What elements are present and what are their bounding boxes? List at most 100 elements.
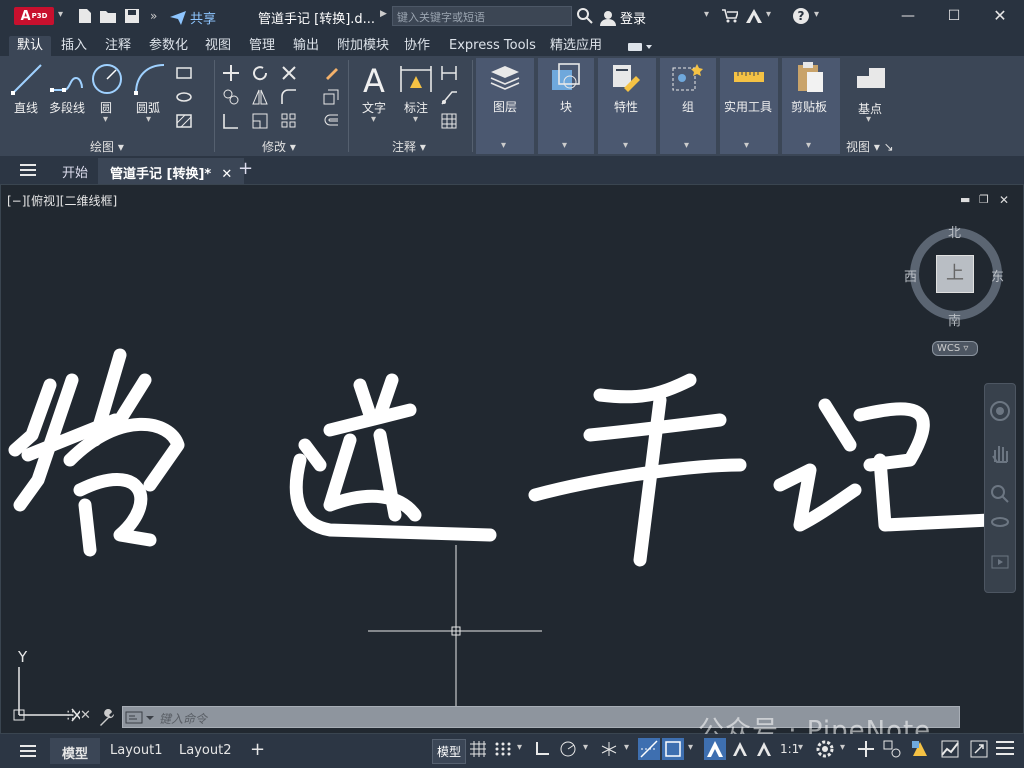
minimize-button[interactable]: — bbox=[898, 6, 918, 26]
erase-tool-icon[interactable] bbox=[322, 64, 340, 82]
tab-insert[interactable]: 插入 bbox=[61, 36, 87, 56]
tab-collaborate[interactable]: 协作 bbox=[404, 36, 430, 56]
ellipse-tool-icon[interactable] bbox=[175, 90, 193, 104]
draw-panel-title[interactable]: 绘图 ▾ bbox=[90, 138, 124, 155]
close-button[interactable]: ✕ bbox=[990, 6, 1010, 26]
app-menu-button[interactable]: A P3D bbox=[14, 7, 54, 25]
app-menu-chevron-icon[interactable]: ▾ bbox=[58, 9, 63, 20]
steeringwheel-icon[interactable] bbox=[989, 400, 1011, 422]
dimension-tool-icon[interactable] bbox=[398, 62, 434, 96]
leader-icon[interactable] bbox=[440, 88, 458, 106]
fillet-tool-icon[interactable] bbox=[280, 88, 298, 106]
tab-manage[interactable]: 管理 bbox=[249, 36, 275, 56]
hatch-tool-icon[interactable] bbox=[175, 113, 193, 129]
line-tool-label[interactable]: 直线 bbox=[14, 99, 38, 116]
rectangle-tool-icon[interactable] bbox=[175, 66, 193, 80]
linear-dim-icon[interactable] bbox=[440, 64, 458, 82]
zoom-extents-icon[interactable] bbox=[990, 484, 1010, 504]
ribbon-display-toggle-icon[interactable] bbox=[628, 42, 654, 52]
tab-default[interactable]: 默认 bbox=[9, 36, 52, 56]
tab-layout1[interactable]: Layout1 bbox=[110, 743, 162, 758]
layers-chevron-icon[interactable]: ▾ bbox=[501, 140, 506, 151]
help-chevron-icon[interactable]: ▾ bbox=[814, 9, 819, 20]
polar-tracking-icon[interactable] bbox=[558, 740, 578, 758]
arc-tool-icon[interactable] bbox=[133, 62, 167, 96]
viewport-restore-icon[interactable]: ❐ bbox=[979, 193, 989, 206]
viewcube-top-face[interactable]: 上 bbox=[936, 255, 974, 293]
workspace-chevron-icon[interactable]: ▾ bbox=[840, 742, 845, 753]
polar-chevron-icon[interactable]: ▾ bbox=[583, 742, 588, 753]
groups-chevron-icon[interactable]: ▾ bbox=[684, 140, 689, 151]
model-space-toggle[interactable]: 模型 bbox=[432, 739, 467, 764]
viewcube-north[interactable]: 北 bbox=[948, 222, 961, 241]
login-chevron-icon[interactable]: ▾ bbox=[704, 9, 709, 20]
block-chevron-icon[interactable]: ▾ bbox=[562, 140, 567, 151]
annotation-monitor-icon[interactable] bbox=[856, 739, 876, 759]
tab-featured-apps[interactable]: 精选应用 bbox=[550, 36, 602, 56]
help-icon[interactable]: ? bbox=[792, 7, 810, 25]
grid-icon[interactable] bbox=[468, 740, 488, 758]
text-chevron-icon[interactable]: ▾ bbox=[371, 114, 376, 125]
layout-menu-icon[interactable] bbox=[20, 745, 36, 757]
circle-chevron-icon[interactable]: ▾ bbox=[103, 114, 108, 125]
close-tab-icon[interactable]: ✕ bbox=[221, 167, 232, 182]
utilities-chevron-icon[interactable]: ▾ bbox=[744, 140, 749, 151]
pan-hand-icon[interactable] bbox=[990, 442, 1010, 464]
annotation-panel-title[interactable]: 注释 ▾ bbox=[392, 138, 426, 155]
osnap-chevron-icon[interactable]: ▾ bbox=[688, 742, 693, 753]
mirror-tool-icon[interactable] bbox=[251, 88, 269, 106]
object-snap-tracking-toggle[interactable] bbox=[638, 738, 660, 760]
orbit-icon[interactable] bbox=[990, 512, 1010, 532]
tab-addins[interactable]: 附加模块 bbox=[337, 36, 389, 56]
command-close-icon[interactable]: ✕ bbox=[80, 708, 91, 723]
line-tool-icon[interactable] bbox=[10, 62, 44, 96]
command-grip-icon[interactable]: ⁝⁝ bbox=[66, 708, 75, 724]
polyline-tool-icon[interactable] bbox=[50, 64, 84, 98]
viewport-minimize-icon[interactable]: ▬ bbox=[960, 193, 970, 206]
a360-chevron-icon[interactable]: ▾ bbox=[766, 9, 771, 20]
tab-express-tools[interactable]: Express Tools bbox=[449, 36, 536, 56]
viewport-close-icon[interactable]: ✕ bbox=[999, 193, 1009, 207]
basepoint-chevron-icon[interactable]: ▾ bbox=[866, 114, 871, 125]
clipboard-chevron-icon[interactable]: ▾ bbox=[806, 140, 811, 151]
tab-model[interactable]: 模型 bbox=[50, 738, 101, 764]
tab-output[interactable]: 输出 bbox=[293, 36, 319, 56]
array-tool-icon[interactable] bbox=[280, 112, 298, 130]
maximize-button[interactable]: ☐ bbox=[944, 6, 964, 26]
wcs-menu-button[interactable]: WCS ▿ bbox=[932, 341, 978, 356]
polyline-tool-label[interactable]: 多段线 bbox=[49, 99, 85, 116]
ortho-icon[interactable] bbox=[533, 740, 553, 758]
arc-chevron-icon[interactable]: ▾ bbox=[146, 114, 151, 125]
copy-tool-icon[interactable] bbox=[222, 88, 240, 106]
view-panel-title[interactable]: 视图 ▾ ↘ bbox=[846, 138, 894, 155]
workspace-gear-icon[interactable] bbox=[815, 739, 835, 759]
tab-active-drawing[interactable]: 管道手记 [转换]* ✕ bbox=[98, 158, 245, 184]
table-icon[interactable] bbox=[440, 112, 458, 130]
circle-tool-icon[interactable] bbox=[90, 62, 124, 96]
open-folder-icon[interactable] bbox=[99, 7, 117, 25]
login-button[interactable]: 登录 bbox=[600, 8, 646, 27]
dimension-chevron-icon[interactable]: ▾ bbox=[413, 114, 418, 125]
showmotion-icon[interactable] bbox=[990, 552, 1010, 572]
annotation-visibility-toggle[interactable] bbox=[704, 738, 726, 760]
annotation-scale-value[interactable]: 1:1 bbox=[780, 742, 799, 762]
rotate-tool-icon[interactable] bbox=[251, 64, 269, 82]
tab-start[interactable]: 开始 bbox=[62, 162, 88, 181]
share-button[interactable]: 共享 bbox=[170, 8, 216, 27]
new-file-icon[interactable] bbox=[76, 7, 94, 25]
expand-arrow-icon[interactable]: ▶ bbox=[380, 9, 387, 19]
scale-chevron-icon[interactable]: ▾ bbox=[798, 742, 803, 753]
tab-view[interactable]: 视图 bbox=[205, 36, 231, 56]
snap-mode-icon[interactable] bbox=[493, 740, 513, 758]
cart-icon[interactable] bbox=[722, 9, 738, 23]
explode-tool-icon[interactable] bbox=[322, 88, 340, 106]
viewcube-east[interactable]: 东 bbox=[991, 266, 1004, 285]
menu-icon[interactable] bbox=[20, 164, 36, 176]
new-tab-button[interactable]: + bbox=[238, 158, 253, 179]
customization-menu-icon[interactable] bbox=[996, 740, 1014, 756]
search-icon[interactable] bbox=[577, 8, 593, 24]
customize-wrench-icon[interactable] bbox=[98, 709, 116, 727]
viewcube-south[interactable]: 南 bbox=[948, 310, 961, 329]
more-tools-chevron-icon[interactable]: » bbox=[150, 9, 157, 23]
tab-annotate[interactable]: 注释 bbox=[105, 36, 131, 56]
